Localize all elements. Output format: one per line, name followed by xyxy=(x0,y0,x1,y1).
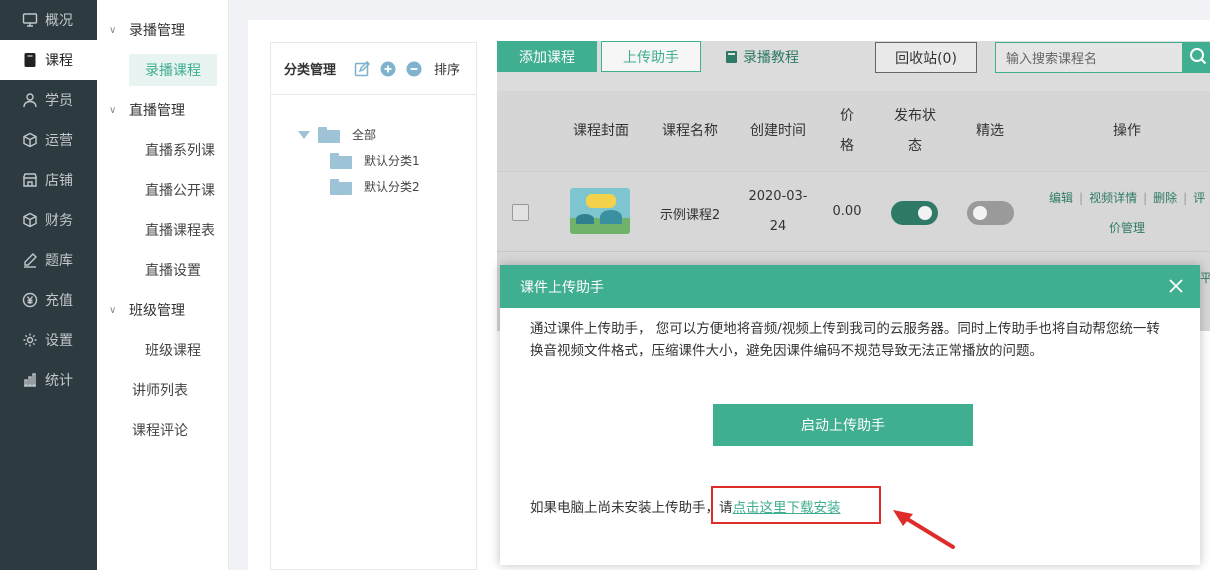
folder-icon xyxy=(318,126,340,143)
nav-item-class-course[interactable]: 班级课程 xyxy=(97,330,228,370)
th-name: 课程名称 xyxy=(662,123,718,139)
add-course-button[interactable]: 添加课程 xyxy=(497,41,597,72)
user-icon xyxy=(22,92,38,108)
gear-icon xyxy=(22,332,38,348)
yen-icon xyxy=(22,292,38,308)
tree-node-all[interactable]: 全部 xyxy=(298,126,376,143)
edit-link[interactable]: 编辑 xyxy=(1049,191,1073,205)
nav-group-class[interactable]: ∨ 班级管理 xyxy=(97,290,228,330)
chevron-down-icon: ∨ xyxy=(109,304,117,316)
delete-link[interactable]: 删除 xyxy=(1153,191,1177,205)
nav-item-course-comments[interactable]: 课程评论 xyxy=(97,410,228,450)
category-panel: 分类管理 排序 全部 默认分类1 默认分类2 xyxy=(270,42,477,570)
review-link[interactable]: 评 xyxy=(1193,191,1205,205)
tutorial-link[interactable]: 录播教程 xyxy=(725,47,799,67)
bar-chart-icon xyxy=(22,372,38,388)
nav-item-live-settings[interactable]: 直播设置 xyxy=(97,250,228,290)
close-icon[interactable] xyxy=(1167,277,1185,295)
course-search-input[interactable]: 输入搜索课程名 xyxy=(995,42,1183,73)
folder-icon xyxy=(330,178,352,195)
video-detail-link[interactable]: 视频详情 xyxy=(1089,191,1137,205)
category-header: 分类管理 排序 xyxy=(271,43,476,95)
row-checkbox[interactable] xyxy=(512,204,529,221)
sidebar-item-settings[interactable]: 设置 xyxy=(0,320,97,360)
th-featured: 精选 xyxy=(976,123,1004,139)
sidebar-item-course[interactable]: 课程 xyxy=(0,40,97,80)
chevron-down-icon: ∨ xyxy=(109,104,117,116)
caret-down-icon xyxy=(298,130,310,139)
add-circle-icon[interactable] xyxy=(380,61,396,77)
cube-icon xyxy=(22,132,38,148)
table-row: 示例课程2 2020-03- 24 0.00 编辑 | 视频详情 | 删除 | 评 价管理 xyxy=(497,171,1210,251)
highlight-box xyxy=(711,486,881,524)
sidebar-item-recharge[interactable]: 充值 xyxy=(0,280,97,320)
nav-item-live-series[interactable]: 直播系列课 xyxy=(97,130,228,170)
upload-helper-button[interactable]: 上传助手 xyxy=(601,41,701,72)
th-created: 创建时间 xyxy=(750,123,806,139)
launch-upload-helper-button[interactable]: 启动上传助手 xyxy=(713,404,973,446)
sidebar-item-students[interactable]: 学员 xyxy=(0,80,97,120)
tree-node-category-1[interactable]: 默认分类1 xyxy=(330,152,420,169)
created-date-1: 2020-03- xyxy=(748,189,808,204)
sidebar-item-shop[interactable]: 店铺 xyxy=(0,160,97,200)
sidebar-item-statistics[interactable]: 统计 xyxy=(0,360,97,400)
nav-item-live-public[interactable]: 直播公开课 xyxy=(97,170,228,210)
course-toolbar: 添加课程 上传助手 录播教程 回收站(0) 输入搜索课程名 xyxy=(497,41,1210,91)
shop-icon xyxy=(22,172,38,188)
sidebar-item-finance[interactable]: 财务 xyxy=(0,200,97,240)
install-hint-text: 如果电脑上尚未安装上传助手，请 xyxy=(530,500,733,516)
edit-icon[interactable] xyxy=(354,60,371,77)
chevron-down-icon: ∨ xyxy=(109,24,117,36)
book-icon xyxy=(22,52,38,68)
nav-item-recorded-course[interactable]: 录播课程 xyxy=(97,50,228,90)
course-cover-thumbnail xyxy=(570,188,630,234)
sidebar-item-question-bank[interactable]: 题库 xyxy=(0,240,97,280)
created-date-2: 24 xyxy=(769,219,787,234)
search-icon xyxy=(1189,47,1207,69)
table-header: 课程封面 课程名称 创建时间 价 格 发布状 态 精选 操作 xyxy=(497,91,1210,171)
th-cover: 课程封面 xyxy=(573,123,629,139)
row-actions: 编辑 | 视频详情 | 删除 | 评 xyxy=(1049,191,1206,205)
course-price: 0.00 xyxy=(832,204,862,219)
modal-header: 课件上传助手 xyxy=(500,265,1200,308)
arrow-icon xyxy=(893,510,955,549)
review-manage-link[interactable]: 价管理 xyxy=(1109,219,1145,236)
sidebar-item-overview[interactable]: 概况 xyxy=(0,0,97,40)
th-ops: 操作 xyxy=(1113,123,1141,139)
modal-title: 课件上传助手 xyxy=(520,279,604,296)
recycle-bin-button[interactable]: 回收站(0) xyxy=(875,42,977,73)
nav-item-live-schedule[interactable]: 直播课程表 xyxy=(97,210,228,250)
nav-group-live[interactable]: ∨ 直播管理 xyxy=(97,90,228,130)
folder-icon xyxy=(330,152,352,169)
modal-description: 通过课件上传助手， 您可以方便地将音频/视频上传到我司的云服务器。同时上传助手也… xyxy=(530,321,1160,359)
th-status-2: 态 xyxy=(908,138,922,154)
th-status-1: 发布状 xyxy=(894,108,936,124)
course-name: 示例课程2 xyxy=(659,208,721,223)
tree-node-category-2[interactable]: 默认分类2 xyxy=(330,178,420,195)
nav-item-teachers[interactable]: 讲师列表 xyxy=(97,370,228,410)
nav-group-recorded[interactable]: ∨ 录播管理 xyxy=(97,10,228,50)
main-sidebar: 概况 课程 学员 运营 店铺 财务 题库 充值 设置 统计 xyxy=(0,0,97,570)
th-price-2: 格 xyxy=(840,138,854,154)
sort-button[interactable]: 排序 xyxy=(434,59,460,78)
sidebar-item-operations[interactable]: 运营 xyxy=(0,120,97,160)
search-button[interactable] xyxy=(1183,42,1210,73)
secondary-nav: ∨ 录播管理 录播课程 ∨ 直播管理 直播系列课 直播公开课 直播课程表 直播设… xyxy=(97,0,229,570)
cube-icon xyxy=(22,212,38,228)
monitor-icon xyxy=(22,12,38,28)
book-icon xyxy=(725,50,738,64)
featured-toggle[interactable] xyxy=(967,201,1014,225)
publish-toggle[interactable] xyxy=(891,201,938,225)
th-price-1: 价 xyxy=(840,108,854,124)
category-title: 分类管理 xyxy=(284,63,337,78)
review-link-partial[interactable]: 平 xyxy=(1200,269,1210,286)
pen-icon xyxy=(22,252,38,268)
remove-circle-icon[interactable] xyxy=(406,61,422,77)
